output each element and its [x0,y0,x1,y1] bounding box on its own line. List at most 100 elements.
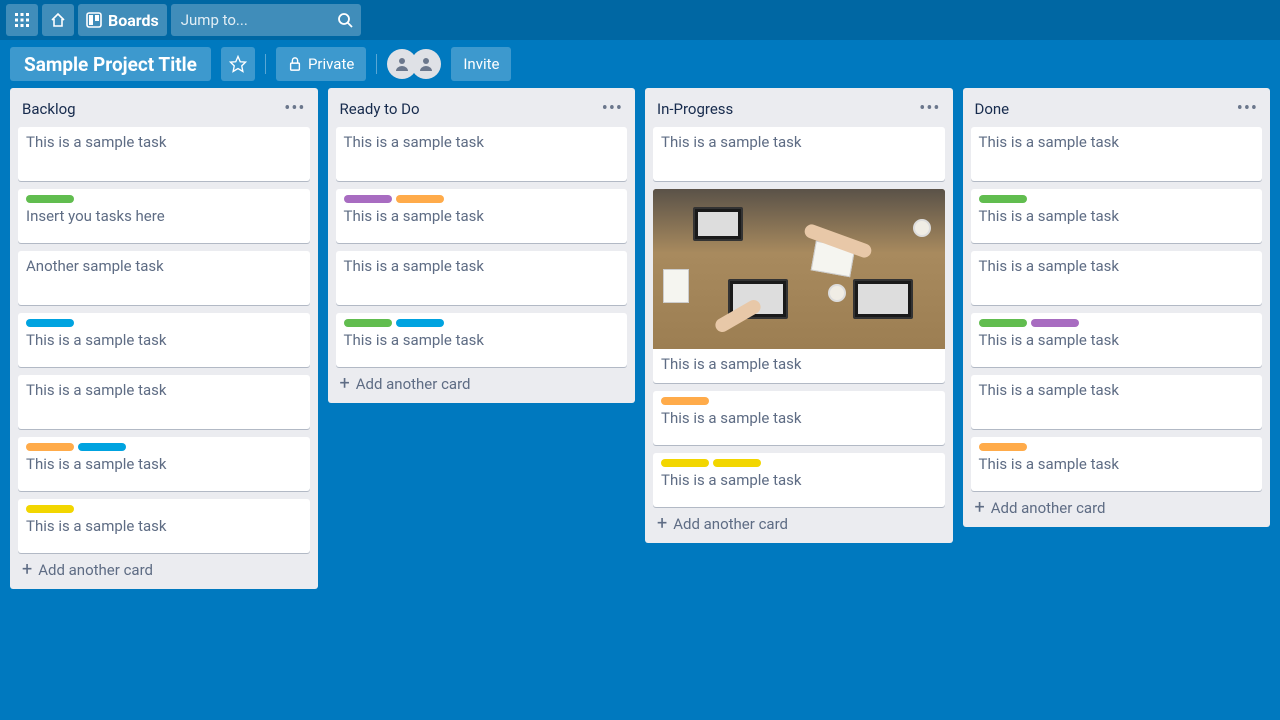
add-card-label: Add another card [991,499,1106,517]
label-blue [78,443,126,451]
card-text: Insert you tasks here [26,207,302,225]
plus-icon: + [657,515,667,533]
card-labels [26,443,302,451]
grid-icon [14,12,30,28]
card[interactable]: This is a sample task [336,127,628,181]
add-card-button[interactable]: + Add another card [336,367,628,395]
card-labels [661,397,937,405]
person-icon [418,56,434,72]
list-header: Done ••• [971,96,1263,127]
label-orange [661,397,709,405]
card[interactable]: This is a sample task [971,127,1263,181]
card-text: This is a sample task [979,381,1255,399]
home-icon [50,12,66,28]
list-title[interactable]: Done [975,100,1010,118]
card-text: This is a sample task [26,455,302,473]
label-blue [396,319,444,327]
home-button[interactable] [42,4,74,36]
cards-container: This is a sample task This is a sample ta… [653,127,945,507]
board-title[interactable]: Sample Project Title [10,47,211,81]
card-text: This is a sample task [979,133,1255,151]
card[interactable]: This is a sample task [971,437,1263,491]
label-purple [1031,319,1079,327]
card[interactable]: This is a sample task [971,375,1263,429]
card-text: This is a sample task [344,133,620,151]
card[interactable]: This is a sample task [336,189,628,243]
search-icon [337,12,353,28]
card[interactable]: This is a sample task [18,127,310,181]
boards-button[interactable]: Boards [78,4,167,36]
list-menu-button[interactable]: ••• [602,98,623,119]
add-card-button[interactable]: +Add another card [18,553,310,581]
card-text: This is a sample task [26,517,302,535]
plus-icon: + [340,375,350,393]
card[interactable]: This is a sample task [653,391,945,445]
list-menu-button[interactable]: ••• [1237,98,1258,119]
add-card-label: Add another card [356,375,471,393]
card[interactable]: This is a sample task [336,313,628,367]
card[interactable]: This is a sample task [653,189,945,383]
card[interactable]: This is a sample task [971,189,1263,243]
star-button[interactable] [221,47,255,81]
card-text: This is a sample task [979,207,1255,225]
avatar[interactable] [411,49,441,79]
label-green [344,319,392,327]
card-labels [26,195,302,203]
list-title[interactable]: Ready to Do [340,100,420,118]
card[interactable]: This is a sample task [336,251,628,305]
list-menu-button[interactable]: ••• [919,98,940,119]
label-blue [26,319,74,327]
divider [265,54,266,74]
list-menu-button[interactable]: ••• [284,98,305,119]
label-orange [396,195,444,203]
card-text: This is a sample task [979,257,1255,275]
card[interactable]: This is a sample task [18,375,310,429]
list-title[interactable]: In-Progress [657,100,733,118]
card-text: This is a sample task [661,409,937,427]
card-labels [661,459,937,467]
card[interactable]: Insert you tasks here [18,189,310,243]
card-text: This is a sample task [661,471,937,489]
list-header: In-Progress ••• [653,96,945,127]
card[interactable]: This is a sample task [971,251,1263,305]
divider [376,54,377,74]
label-purple [344,195,392,203]
label-orange [26,443,74,451]
card-labels [26,505,302,513]
apps-button[interactable] [6,4,38,36]
card[interactable]: This is a sample task [971,313,1263,367]
topbar: Boards [0,0,1280,40]
card[interactable]: This is a sample task [653,453,945,507]
card[interactable]: This is a sample task [653,127,945,181]
visibility-button[interactable]: Private [276,47,366,81]
list: Done ••• This is a sample task This is a sa… [963,88,1271,527]
list-header: Backlog ••• [18,96,310,127]
card[interactable]: This is a sample task [18,437,310,491]
card-text: This is a sample task [26,133,302,151]
label-green [979,195,1027,203]
card-labels [979,443,1255,451]
label-yellow [26,505,74,513]
card-text: This is a sample task [344,331,620,349]
card-text: This is a sample task [979,331,1255,349]
add-card-button[interactable]: +Add another card [653,507,945,535]
card[interactable]: This is a sample task [18,499,310,553]
add-card-button[interactable]: + Add another card [971,491,1263,519]
card-labels [979,319,1255,327]
card-labels [26,319,302,327]
label-yellow [713,459,761,467]
card[interactable]: Another sample task [18,251,310,305]
card-labels [344,319,620,327]
member-avatars [387,49,441,79]
invite-button[interactable]: Invite [451,47,511,81]
star-icon [229,55,247,73]
search-input[interactable] [171,11,361,29]
card-text: This is a sample task [979,455,1255,473]
lock-icon [288,57,302,71]
plus-icon: + [22,561,32,579]
plus-icon: + [975,499,985,517]
invite-label: Invite [463,55,499,73]
card-cover-image [653,189,945,349]
list-title[interactable]: Backlog [22,100,76,118]
card[interactable]: This is a sample task [18,313,310,367]
